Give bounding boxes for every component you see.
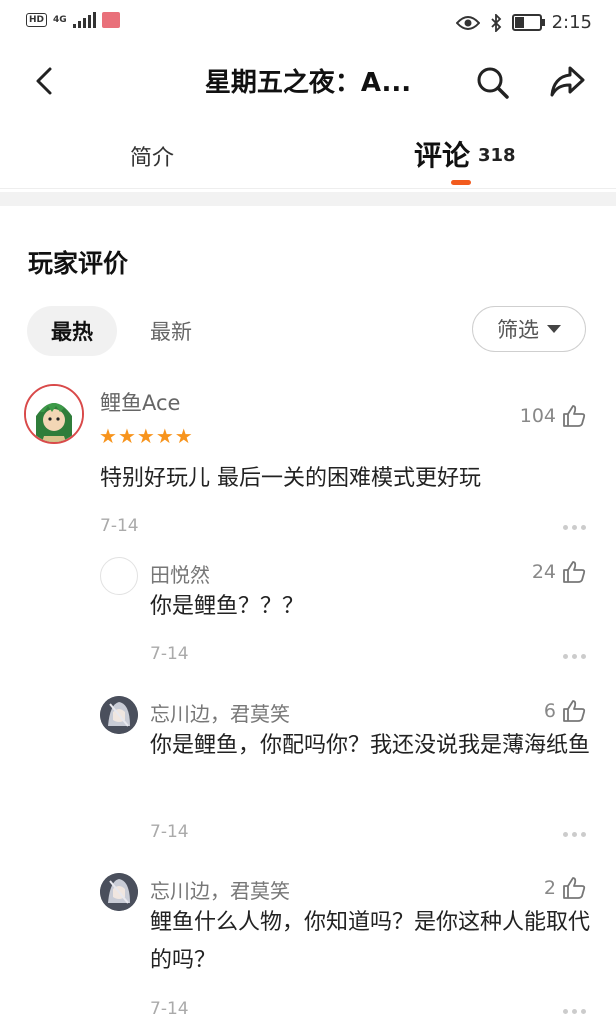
reply-date: 7-14	[150, 822, 189, 842]
star-icon: ★	[117, 424, 136, 448]
reply-username[interactable]: 田悦然	[150, 559, 210, 588]
more-options-icon[interactable]	[563, 832, 586, 837]
avatar[interactable]	[100, 696, 138, 734]
back-arrow-icon[interactable]	[30, 66, 60, 96]
notification-icon	[101, 12, 120, 28]
tab-comments[interactable]: 评论	[414, 134, 470, 174]
like-button[interactable]: 104	[520, 404, 586, 428]
divider	[0, 188, 616, 189]
battery-icon	[511, 14, 545, 31]
more-options-icon[interactable]	[563, 1009, 586, 1014]
reply-date: 7-14	[150, 644, 189, 664]
like-count: 104	[519, 405, 556, 427]
reply-username[interactable]: 忘川边，君莫笑	[150, 875, 290, 904]
comment-text: 特别好玩儿 最后一关的困难模式更好玩	[100, 466, 481, 491]
avatar[interactable]	[24, 384, 84, 444]
like-count: 2	[543, 877, 556, 899]
star-icon: ★	[174, 424, 193, 448]
thumbs-up-icon	[563, 405, 586, 427]
avatar-image	[100, 696, 138, 734]
like-button[interactable]: 24	[532, 560, 586, 584]
reply-text: 你是鲤鱼，你配吗你？我还没说我是薄海纸鱼	[150, 733, 591, 758]
like-count: 24	[531, 561, 556, 583]
avatar-image	[100, 873, 138, 911]
share-icon[interactable]	[548, 62, 586, 100]
thumbs-up-icon	[563, 700, 586, 722]
search-icon[interactable]	[474, 64, 510, 100]
status-bar: HD 4G 2:15	[0, 0, 616, 48]
more-options-icon[interactable]	[563, 525, 586, 530]
more-options-icon[interactable]	[563, 654, 586, 659]
reply-text: 你是鲤鱼？？？	[150, 594, 305, 619]
thumbs-up-icon	[563, 877, 586, 899]
thumbs-up-icon	[563, 561, 586, 583]
filter-button[interactable]: 筛选	[472, 306, 586, 352]
avatar[interactable]	[100, 557, 138, 595]
status-right: 2:15	[455, 12, 592, 33]
star-rating: ★ ★ ★ ★ ★	[99, 426, 193, 446]
reply-text: 鲤鱼什么人物，你知道吗？是你这种人能取代的吗？	[150, 910, 591, 973]
eye-icon	[455, 15, 480, 30]
like-button[interactable]: 2	[544, 876, 586, 900]
section-gap	[0, 192, 616, 206]
sort-new-button[interactable]: 最新	[150, 316, 192, 346]
like-button[interactable]: 6	[544, 699, 586, 723]
filter-label: 筛选	[497, 318, 539, 342]
tab-intro[interactable]: 简介	[130, 140, 174, 172]
star-icon: ★	[136, 424, 155, 448]
comment-date: 7-14	[100, 516, 139, 536]
reviews-title: 玩家评价	[28, 249, 129, 278]
active-tab-indicator	[451, 180, 471, 185]
page-title: 星期五之夜：A...	[204, 68, 412, 98]
star-icon: ★	[99, 424, 117, 448]
clock: 2:15	[551, 12, 592, 33]
reply-date: 7-14	[150, 999, 189, 1019]
comments-count: 318	[478, 145, 516, 166]
network-label: 4G	[53, 15, 67, 25]
hd-badge: HD	[26, 13, 48, 27]
like-count: 6	[543, 700, 556, 722]
bluetooth-icon	[490, 13, 501, 32]
signal-icon	[72, 12, 96, 28]
dropdown-triangle-icon	[547, 325, 561, 333]
sort-hot-button[interactable]: 最热	[27, 306, 117, 356]
avatar-image	[26, 386, 82, 442]
avatar[interactable]	[100, 873, 138, 911]
comment-username[interactable]: 鲤鱼Ace	[100, 387, 180, 417]
reply-username[interactable]: 忘川边，君莫笑	[150, 698, 290, 727]
star-icon: ★	[155, 424, 174, 448]
status-left: HD 4G	[26, 12, 120, 28]
sort-hot-label: 最热	[51, 320, 93, 344]
